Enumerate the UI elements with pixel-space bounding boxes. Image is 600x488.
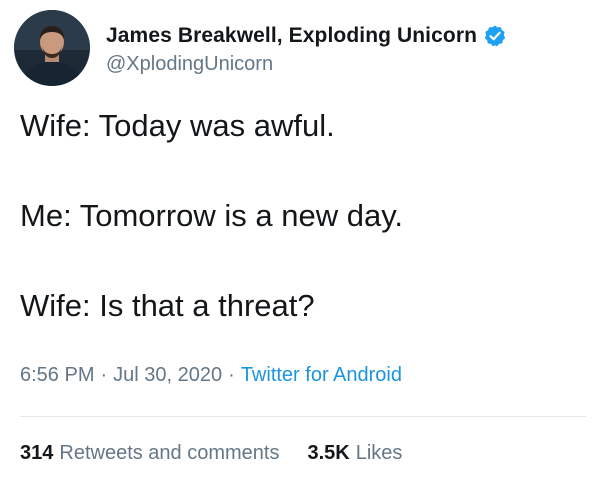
user-info: James Breakwell, Exploding Unicorn @Xplo…: [106, 21, 507, 76]
meta-separator: ·: [228, 364, 235, 386]
likes-count: 3.5K: [307, 442, 350, 464]
tweet-source-link[interactable]: Twitter for Android: [241, 364, 402, 386]
avatar[interactable]: [14, 10, 90, 86]
meta-separator: ·: [100, 364, 108, 386]
name-row: James Breakwell, Exploding Unicorn: [106, 21, 507, 51]
tweet-date[interactable]: Jul 30, 2020: [113, 364, 222, 386]
retweets-count: 314: [20, 442, 54, 464]
tweet-card: James Breakwell, Exploding Unicorn @Xplo…: [0, 0, 600, 488]
verified-badge-icon: [484, 25, 506, 46]
tweet-header: James Breakwell, Exploding Unicorn @Xplo…: [14, 10, 507, 86]
tweet-time[interactable]: 6:56 PM: [20, 364, 94, 386]
user-handle[interactable]: @XplodingUnicorn: [106, 53, 507, 76]
divider: [20, 416, 586, 417]
retweets-label: Retweets and comments: [59, 442, 280, 464]
likes-stat[interactable]: 3.5K Likes: [307, 442, 402, 465]
tweet-line-1: Wife: Today was awful.: [20, 108, 335, 143]
retweets-stat[interactable]: 314 Retweets and comments: [20, 442, 279, 465]
tweet-stats: 314 Retweets and comments 3.5K Likes: [20, 442, 402, 465]
avatar-photo-icon: [14, 10, 90, 86]
tweet-text: Wife: Today was awful. Me: Tomorrow is a…: [20, 106, 590, 326]
tweet-line-2: Me: Tomorrow is a new day.: [20, 198, 404, 233]
tweet-line-3: Wife: Is that a threat?: [20, 288, 315, 323]
likes-label: Likes: [355, 442, 403, 464]
tweet-meta: 6:56 PM · Jul 30, 2020 · Twitter for Android: [20, 364, 402, 387]
display-name[interactable]: James Breakwell, Exploding Unicorn: [106, 24, 477, 48]
